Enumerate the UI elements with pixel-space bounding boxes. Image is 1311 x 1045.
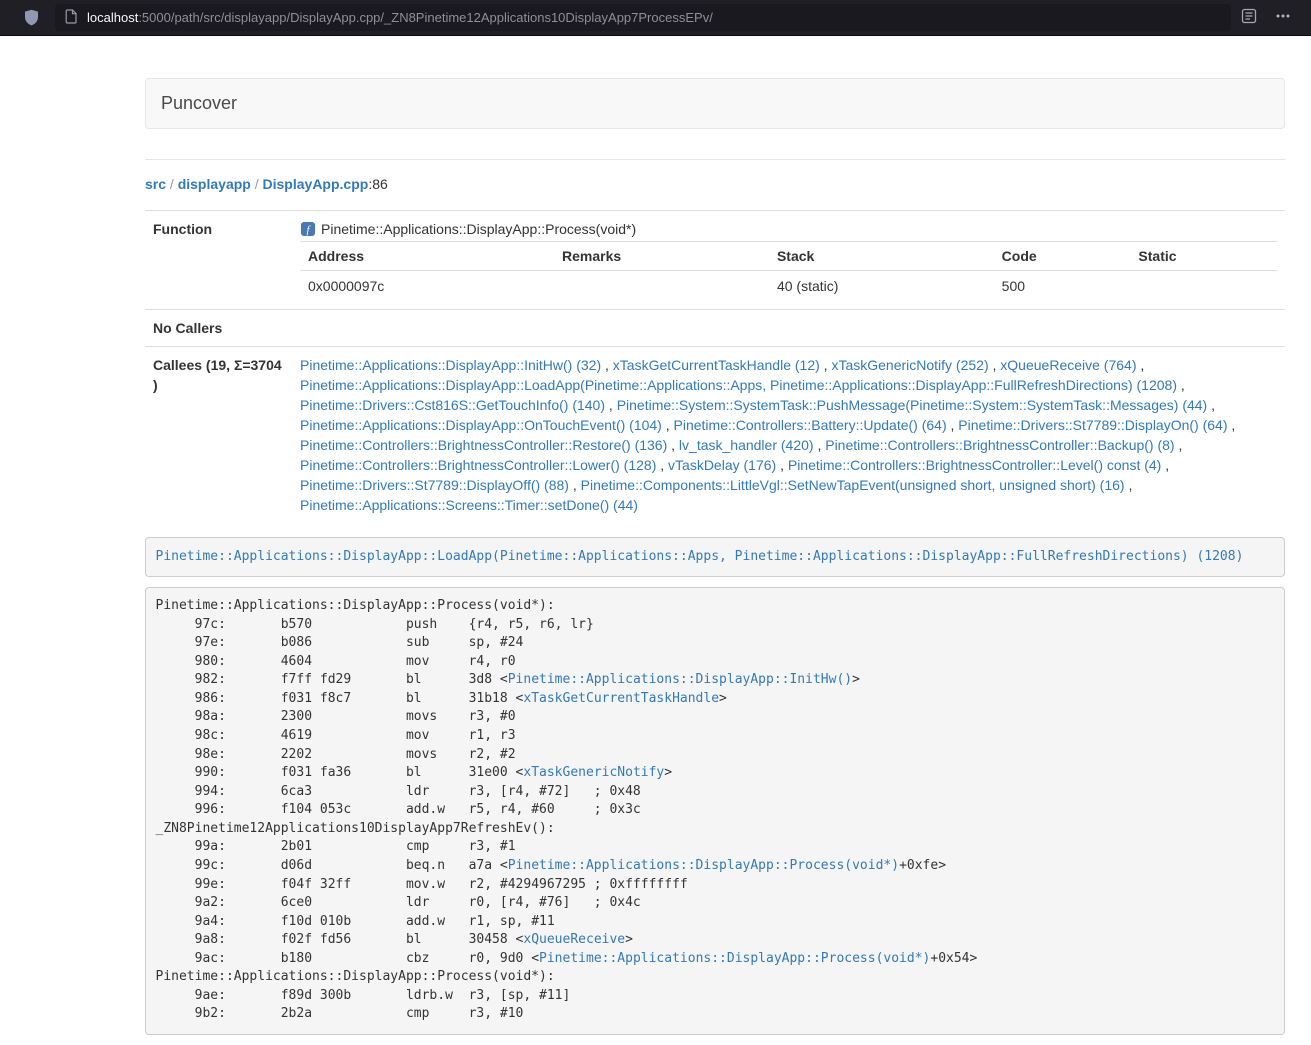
symbol-link[interactable]: Pinetime::Applications::DisplayApp::Proc…: [508, 858, 899, 873]
url-bar[interactable]: localhost:5000/path/src/displayapp/Displ…: [55, 4, 1231, 31]
stats-header-code: Code: [994, 242, 1131, 271]
breadcrumb-link[interactable]: src: [145, 176, 166, 192]
symbol-link[interactable]: Pinetime::Applications::DisplayApp::Proc…: [539, 951, 930, 966]
callee-link[interactable]: Pinetime::Controllers::BrightnessControl…: [300, 457, 656, 473]
url-host: localhost: [87, 10, 138, 25]
stats-static-value: [1130, 271, 1277, 302]
callee-link[interactable]: Pinetime::Drivers::Cst816S::GetTouchInfo…: [300, 397, 605, 413]
no-callers-row: No Callers: [145, 310, 1285, 347]
symbol-link[interactable]: xQueueReceive: [523, 932, 625, 947]
stats-code-value: 500: [994, 271, 1131, 302]
overflow-menu-icon[interactable]: [1275, 8, 1291, 27]
function-cell: f Pinetime::Applications::DisplayApp::Pr…: [292, 211, 1285, 310]
callee-link[interactable]: Pinetime::Controllers::BrightnessControl…: [300, 437, 667, 453]
reading-list-icon[interactable]: [1241, 8, 1257, 27]
symbol-link[interactable]: Pinetime::Applications::DisplayApp::Init…: [508, 672, 852, 687]
callee-link[interactable]: Pinetime::Controllers::Battery::Update()…: [674, 417, 947, 433]
stats-stack-value: 40 (static): [769, 271, 994, 302]
callee-link[interactable]: Pinetime::Drivers::St7789::DisplayOn() (…: [958, 417, 1227, 433]
stats-address-value: 0x0000097c: [300, 271, 554, 302]
callee-link[interactable]: vTaskDelay (176): [668, 457, 776, 473]
callees-list: Pinetime::Applications::DisplayApp::Init…: [292, 347, 1285, 524]
callee-link[interactable]: Pinetime::Applications::DisplayApp::Load…: [300, 377, 1177, 393]
stats-header-static: Static: [1130, 242, 1277, 271]
callee-link[interactable]: Pinetime::Applications::DisplayApp::OnTo…: [300, 417, 662, 433]
callee-link[interactable]: xQueueReceive (764): [1000, 357, 1136, 373]
browser-toolbar: localhost:5000/path/src/displayapp/Displ…: [0, 0, 1311, 36]
function-name: Pinetime::Applications::DisplayApp::Proc…: [321, 219, 636, 239]
no-callers-label: No Callers: [145, 310, 292, 347]
function-label: Function: [145, 211, 292, 310]
brand-link[interactable]: Puncover: [161, 93, 237, 114]
callee-link[interactable]: Pinetime::Controllers::BrightnessControl…: [825, 437, 1174, 453]
callee-link[interactable]: Pinetime::System::SystemTask::PushMessag…: [617, 397, 1208, 413]
callee-link[interactable]: Pinetime::Components::LittleVgl::SetNewT…: [581, 477, 1125, 493]
no-callers-cell: [292, 310, 1285, 347]
symbol-table: Function f Pinetime::Applications::Displ…: [145, 210, 1285, 523]
symbol-link[interactable]: xTaskGetCurrentTaskHandle: [523, 691, 719, 706]
callee-link[interactable]: Pinetime::Applications::DisplayApp::Init…: [300, 357, 601, 373]
breadcrumb-link[interactable]: displayapp: [178, 176, 251, 192]
disassembly-code: Pinetime::Applications::DisplayApp::Proc…: [145, 587, 1285, 1035]
callees-row: Callees (19, Σ=3704 ) Pinetime::Applicat…: [145, 347, 1285, 524]
callee-link[interactable]: xTaskGenericNotify (252): [831, 357, 988, 373]
stats-header-stack: Stack: [769, 242, 994, 271]
breadcrumb: src / displayapp / DisplayApp.cpp:86: [145, 174, 1285, 194]
callee-link[interactable]: Pinetime::Controllers::BrightnessControl…: [788, 457, 1161, 473]
breadcrumb-link[interactable]: DisplayApp.cpp: [263, 176, 369, 192]
stats-table: Address Remarks Stack Code Static 0x0000…: [300, 241, 1277, 301]
page-content: Puncover src / displayapp / DisplayApp.c…: [145, 78, 1285, 1045]
stats-header-remarks: Remarks: [554, 242, 769, 271]
callee-link[interactable]: Pinetime::Drivers::St7789::DisplayOff() …: [300, 477, 569, 493]
divider: [145, 159, 1285, 160]
app-header: Puncover: [145, 78, 1285, 129]
highlighted-symbol-link[interactable]: Pinetime::Applications::DisplayApp::Load…: [156, 549, 1244, 564]
symbol-link[interactable]: xTaskGenericNotify: [523, 765, 664, 780]
callees-label: Callees (19, Σ=3704 ): [145, 347, 292, 524]
function-type-icon: f: [300, 221, 316, 237]
callee-link[interactable]: xTaskGetCurrentTaskHandle (12): [613, 357, 820, 373]
highlighted-symbol-box: Pinetime::Applications::DisplayApp::Load…: [145, 537, 1285, 577]
url-path: :5000/path/src/displayapp/DisplayApp.cpp…: [138, 10, 713, 25]
stats-header-address: Address: [300, 242, 554, 271]
url-text: localhost:5000/path/src/displayapp/Displ…: [87, 10, 713, 25]
breadcrumb-separator: /: [251, 176, 263, 192]
breadcrumb-separator: /: [166, 176, 178, 192]
tracking-protection-shield-icon[interactable]: [24, 9, 39, 26]
page-info-icon: [65, 9, 78, 27]
callee-link[interactable]: Pinetime::Applications::Screens::Timer::…: [300, 497, 638, 513]
breadcrumb-line-number: :86: [368, 176, 387, 192]
stats-data-row: 0x0000097c 40 (static) 500: [300, 271, 1277, 302]
callee-link[interactable]: lv_task_handler (420): [679, 437, 814, 453]
function-row: Function f Pinetime::Applications::Displ…: [145, 211, 1285, 310]
stats-remarks-value: [554, 271, 769, 302]
stats-header-row: Address Remarks Stack Code Static: [300, 242, 1277, 271]
